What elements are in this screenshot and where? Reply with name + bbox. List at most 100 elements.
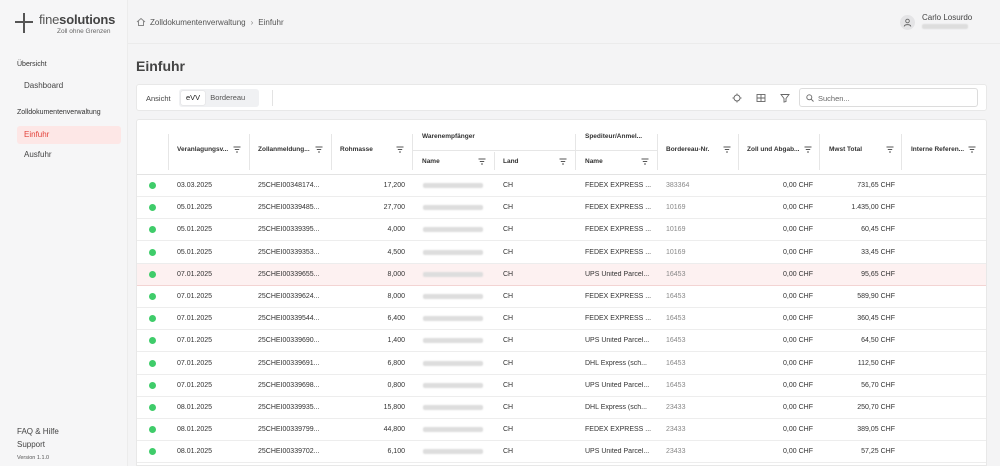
cell-land: CH: [503, 248, 514, 256]
cell-spediteur-name: FEDEX EXPRESS ...: [585, 226, 652, 234]
table-row[interactable]: 07.01.2025 25CHEI00339624... 8,000 CH FEDEX …: [137, 286, 986, 308]
cell-spediteur-name: FEDEX EXPRESS ...: [585, 182, 652, 189]
logo-tagline: Zoll ohne Grenzen: [57, 28, 111, 35]
cell-spediteur-name: UPS United Parcel...: [585, 448, 650, 456]
filter-icon[interactable]: [723, 146, 731, 153]
sidebar-item-ausfuhr[interactable]: Ausfuhr: [17, 146, 121, 164]
cell-veranlagung-date: 08.01.2025: [177, 426, 213, 434]
cell-veranlagung-date: 08.01.2025: [177, 404, 213, 411]
status-dot-icon: [149, 337, 156, 345]
col-header-mwst[interactable]: Mwst Total: [829, 146, 862, 153]
cell-rohmasse: 27,700: [383, 204, 405, 212]
filter-icon[interactable]: [968, 146, 976, 153]
sidebar-section-zolldokumente: Zolldokumentenverwaltung: [17, 109, 101, 116]
breadcrumb-item-zolldokumente[interactable]: Zolldokumentenverwaltung: [150, 18, 246, 27]
cell-bordereau-nr: 23433: [666, 404, 686, 411]
view-option-evv[interactable]: eVV: [181, 91, 206, 105]
filter-icon[interactable]: [641, 158, 649, 165]
cell-spediteur-name: DHL Express (sch...: [585, 404, 647, 411]
cell-recipient-name-redacted: [423, 316, 483, 322]
cell-zollanmeldung: 25CHEI00339691...: [258, 359, 320, 367]
filter-icon[interactable]: [780, 93, 790, 103]
col-header-interne-referenz[interactable]: Interne Referen...: [911, 146, 964, 153]
col-header-we-name[interactable]: Name: [422, 158, 440, 165]
table-row[interactable]: 03.03.2025 25CHEI00348174... 17,200 CH FEDEX…: [137, 175, 986, 197]
filter-icon[interactable]: [478, 158, 486, 165]
home-icon[interactable]: [136, 17, 146, 27]
cell-bordereau-nr: 10169: [666, 248, 686, 256]
cell-veranlagung-date: 07.01.2025: [177, 381, 213, 389]
cell-zoll-abgaben: 0,00 CHF: [783, 404, 813, 411]
table-row[interactable]: 07.01.2025 25CHEI00339691... 6,800 CH DHL Ex…: [137, 353, 986, 375]
col-header-we-land[interactable]: Land: [503, 158, 519, 165]
cell-mwst-total: 57,25 CHF: [861, 448, 895, 456]
cell-recipient-name-redacted: [423, 449, 483, 455]
app-version: Version 1.1.0: [17, 455, 50, 461]
cell-rohmasse: 6,100: [387, 448, 405, 456]
table-row[interactable]: 05.01.2025 25CHEI00339353... 4,500 CH FEDEX …: [137, 242, 986, 264]
sidebar-support-link[interactable]: Support: [17, 440, 45, 449]
col-header-bordereau[interactable]: Bordereau-Nr.: [666, 146, 709, 153]
filter-icon[interactable]: [396, 146, 404, 153]
cell-zollanmeldung: 25CHEI00339799...: [258, 426, 320, 434]
view-option-bordereau[interactable]: Bordereau: [205, 91, 250, 105]
cell-land: CH: [503, 448, 514, 456]
cell-rohmasse: 6,800: [387, 359, 405, 367]
col-header-zoll-abgaben[interactable]: Zoll und Abgab...: [747, 146, 799, 153]
table-row[interactable]: 08.01.2025 25CHEI00339702... 6,100 CH UPS Un…: [137, 441, 986, 464]
cell-land: CH: [503, 293, 514, 300]
table-row[interactable]: 07.01.2025 25CHEI00339690... 1,400 CH UPS Un…: [137, 330, 986, 353]
table-row[interactable]: 05.01.2025 25CHEI00339485... 27,700 CH FEDEX…: [137, 197, 986, 220]
cell-zollanmeldung: 25CHEI00339395...: [258, 226, 320, 234]
sidebar-item-einfuhr[interactable]: Einfuhr: [17, 126, 121, 144]
cell-zollanmeldung: 25CHEI00339702...: [258, 448, 320, 456]
cell-bordereau-nr: 16453: [666, 359, 686, 367]
logo-mark-icon: [15, 13, 33, 33]
cell-bordereau-nr: 23433: [666, 448, 686, 456]
filter-icon[interactable]: [315, 146, 323, 153]
cell-zollanmeldung: 25CHEI00348174...: [258, 182, 320, 189]
table-row[interactable]: 07.01.2025 25CHEI00339655... 8,000 CH UPS Un…: [137, 263, 986, 286]
cell-recipient-name-redacted: [423, 249, 483, 255]
cell-rohmasse: 1,400: [387, 337, 405, 345]
cell-zoll-abgaben: 0,00 CHF: [783, 315, 813, 323]
filter-icon[interactable]: [886, 146, 894, 153]
cell-bordereau-nr: 16453: [666, 315, 686, 323]
filter-icon[interactable]: [804, 146, 812, 153]
cell-rohmasse: 8,000: [387, 270, 405, 278]
table-row[interactable]: 05.01.2025 25CHEI00339395... 4,000 CH FEDEX …: [137, 219, 986, 242]
table-row[interactable]: 07.01.2025 25CHEI00339544... 6,400 CH FEDEX …: [137, 308, 986, 331]
search-input[interactable]: [818, 92, 968, 104]
sidebar-faq-link[interactable]: FAQ & Hilfe: [17, 427, 59, 436]
table-row[interactable]: 08.01.2025 25CHEI00339935... 15,800 CH DHL E…: [137, 397, 986, 419]
cell-land: CH: [503, 226, 514, 234]
col-header-sp-name[interactable]: Name: [585, 158, 603, 165]
cell-recipient-name-redacted: [423, 183, 483, 188]
columns-icon[interactable]: [756, 93, 766, 103]
table-row[interactable]: 07.01.2025 25CHEI00339698... 0,800 CH UPS Un…: [137, 375, 986, 397]
cell-rohmasse: 8,000: [387, 293, 405, 300]
user-menu[interactable]: Carlo Losurdo: [900, 11, 990, 33]
cell-bordereau-nr: 16453: [666, 293, 686, 300]
cell-zoll-abgaben: 0,00 CHF: [783, 293, 813, 300]
cell-land: CH: [503, 426, 514, 434]
cell-land: CH: [503, 337, 514, 345]
cell-land: CH: [503, 204, 514, 212]
cell-mwst-total: 731,65 CHF: [857, 182, 895, 189]
logo[interactable]: finesolutions Zoll ohne Grenzen: [15, 12, 125, 36]
target-icon[interactable]: [732, 93, 742, 103]
cell-zoll-abgaben: 0,00 CHF: [783, 448, 813, 456]
cell-mwst-total: 589,90 CHF: [857, 293, 895, 300]
col-header-veranlagung[interactable]: Veranlagungsv...: [177, 146, 228, 153]
cell-zollanmeldung: 25CHEI00339353...: [258, 248, 320, 256]
status-dot-icon: [149, 315, 156, 323]
filter-icon[interactable]: [233, 146, 241, 153]
filter-icon[interactable]: [559, 158, 567, 165]
sidebar-item-dashboard[interactable]: Dashboard: [17, 77, 121, 95]
cell-recipient-name-redacted: [423, 271, 483, 277]
col-header-zollanmeldung[interactable]: Zollanmeldung...: [258, 146, 310, 153]
col-header-rohmasse[interactable]: Rohmasse: [340, 146, 373, 153]
cell-rohmasse: 4,000: [387, 226, 405, 234]
table-row[interactable]: 08.01.2025 25CHEI00339799... 44,800 CH FEDEX…: [137, 419, 986, 442]
cell-mwst-total: 64,50 CHF: [861, 337, 895, 345]
